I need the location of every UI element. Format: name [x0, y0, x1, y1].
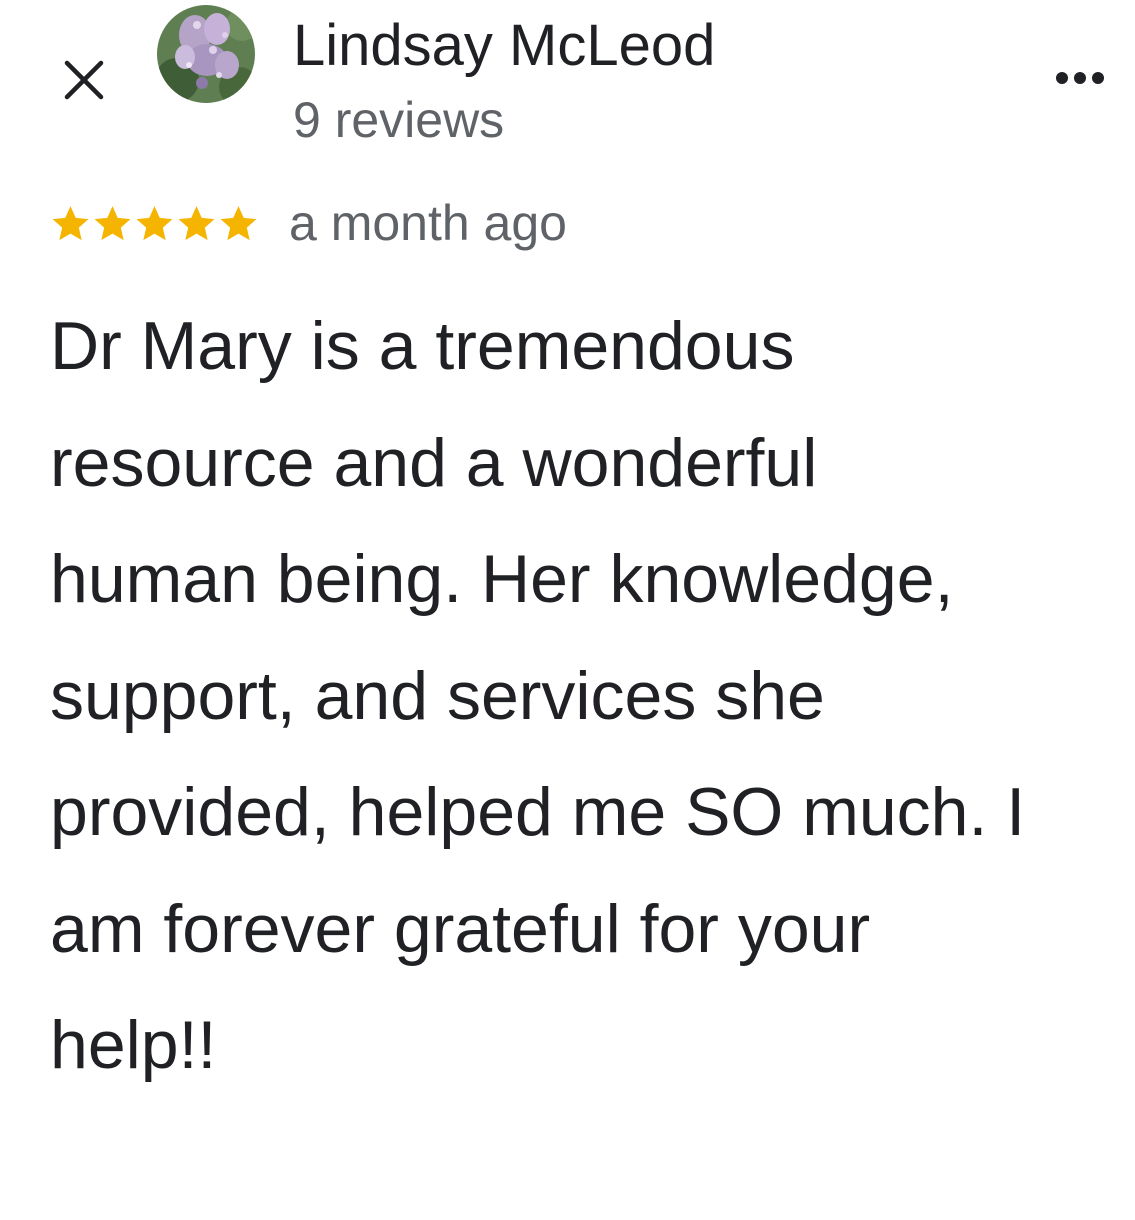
- close-icon: [64, 60, 104, 100]
- more-options-button[interactable]: [1048, 58, 1112, 98]
- review-count[interactable]: 9 reviews: [293, 88, 504, 152]
- more-horizontal-icon: [1056, 72, 1104, 84]
- star-icon: [178, 205, 215, 240]
- avatar[interactable]: [157, 5, 255, 103]
- close-button[interactable]: [56, 52, 112, 108]
- star-rating: [50, 203, 259, 244]
- star-icon: [94, 205, 131, 240]
- review-text: Dr Mary is a tremendous resource and a w…: [50, 308, 1026, 1083]
- avatar-photo: [157, 5, 255, 103]
- rating-row: a month ago: [50, 190, 567, 256]
- star-icon: [136, 205, 173, 240]
- star-icon: [52, 205, 89, 240]
- star-icon: [220, 205, 257, 240]
- reviewer-name[interactable]: Lindsay McLeod: [293, 10, 715, 82]
- review-date: a month ago: [289, 195, 567, 251]
